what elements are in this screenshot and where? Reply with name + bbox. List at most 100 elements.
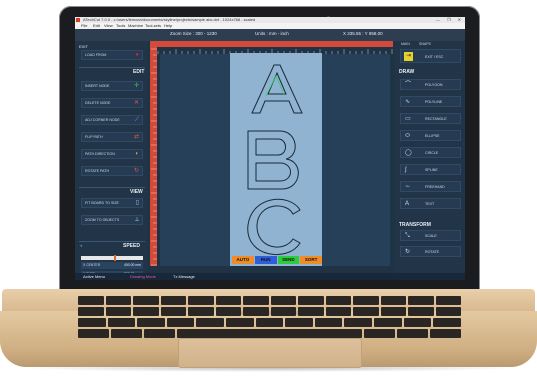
- tool-button[interactable]: DELETE NODE ✕: [81, 98, 143, 108]
- letter-a-path[interactable]: [251, 64, 303, 114]
- draw-tool-button[interactable]: ∼ FREEHAND: [400, 181, 461, 192]
- draw-tool-label: TEXT: [425, 202, 435, 206]
- draw-tool-label: FREEHAND: [425, 185, 445, 189]
- load-button-label: LOAD FROM: [85, 53, 107, 57]
- run-status[interactable]: RUN: [254, 256, 277, 264]
- draw-tool-label: SPLINE: [425, 168, 438, 172]
- fit-board-icon: ▯: [135, 200, 139, 206]
- draw-header: DRAW: [399, 69, 415, 75]
- tool-button[interactable]: INSERT NODE ✛: [81, 81, 143, 91]
- record-icon: ●: [135, 52, 139, 58]
- tool-button[interactable]: ROTATE PATH ↻: [81, 166, 143, 176]
- draw-tool-button[interactable]: ↻ ROTATE: [400, 246, 461, 257]
- draw-tool-label: POLYLINE: [425, 100, 443, 104]
- divider: [79, 67, 145, 68]
- tool-button[interactable]: FIT BOARD TO SIZE ▯: [81, 198, 143, 208]
- app-window: ATechCut 7.0.0 - c:/users/lemoan/documen…: [75, 17, 465, 280]
- auto-status[interactable]: AUTO: [232, 256, 254, 264]
- draw-tool-button[interactable]: ◯ CIRCLE: [400, 147, 461, 158]
- sort-status[interactable]: SORT: [300, 256, 322, 264]
- tab-main[interactable]: MAIN: [401, 42, 410, 46]
- footer-active-menu: Active Menu: [83, 274, 106, 279]
- path-direction-icon: ◐: [135, 151, 139, 157]
- trackpad: [178, 338, 362, 368]
- exit-label: EXIT / ESC: [425, 55, 444, 59]
- draw-tool-button[interactable]: ⬭ ELLIPSE: [400, 130, 461, 141]
- status-footer: Active Menu Drawing Mode Tx Message: [75, 273, 465, 280]
- divider: [79, 241, 145, 242]
- corner-node-icon: ⟋: [134, 117, 139, 123]
- edit-header: EDIT: [133, 69, 145, 75]
- material-sheet[interactable]: [230, 53, 322, 266]
- units-readout[interactable]: Units : mm - inch: [255, 31, 289, 36]
- draw-tool-label: ELLIPSE: [425, 134, 440, 138]
- info-value: 400.00 mm: [124, 263, 141, 267]
- letter-b-path[interactable]: [247, 130, 299, 190]
- insert-node-icon: ✛: [133, 83, 139, 89]
- tool-button[interactable]: FLIP PATH ⇄: [81, 132, 143, 142]
- footer-tx-message: Tx Message: [173, 274, 195, 279]
- speed-header: SPEED: [123, 243, 140, 249]
- draw-tool-button[interactable]: ▭ RECTANGLE: [400, 113, 461, 124]
- tool-button-label: ADJ CORNER NODE: [85, 118, 120, 122]
- draw-tool-button[interactable]: ∿ POLYLINE: [400, 96, 461, 107]
- letters-drawing[interactable]: [230, 53, 322, 266]
- left-tool-panel: EXIT LOAD FROM ● EDIT INSERT NODE ✛ DELETE…: [75, 41, 148, 273]
- delete-node-icon: ✕: [133, 100, 139, 106]
- info-row-x: X CENTER 400.00 mm: [81, 262, 143, 269]
- tab-snaps[interactable]: SNAPS: [419, 42, 431, 46]
- draw-tool-label: POLYGON: [425, 83, 443, 87]
- transform-header: TRANSFORM: [399, 222, 431, 228]
- tool-button-label: ROTATE PATH: [85, 169, 110, 173]
- load-button[interactable]: LOAD FROM ●: [81, 50, 143, 60]
- rotate-path-icon: ↻: [133, 168, 139, 174]
- view-header: VIEW: [130, 189, 143, 195]
- machine-status-bar: AUTO RUN SEND SORT: [232, 256, 322, 264]
- rectangle-icon: ▭: [405, 116, 411, 122]
- speed-slider-handle[interactable]: [114, 255, 116, 261]
- draw-tool-button[interactable]: A TEXT: [400, 198, 461, 209]
- tool-button[interactable]: ADJ CORNER NODE ⟋: [81, 115, 143, 125]
- scale-icon: ⤡: [405, 233, 410, 239]
- coords-readout: X 335.55 : Y 958.00: [343, 31, 383, 36]
- exit-label: EXIT: [79, 44, 88, 49]
- send-status[interactable]: SEND: [277, 256, 300, 264]
- draw-tool-label: CIRCLE: [425, 151, 439, 155]
- ellipse-icon: ⬭: [405, 133, 411, 139]
- letter-c-path[interactable]: [247, 198, 301, 256]
- zoom-readout: Zoom Size : 300 - 1230: [170, 31, 217, 36]
- info-key: X CENTER: [83, 263, 101, 267]
- footer-drawing-mode: Drawing Mode: [130, 274, 156, 279]
- polyline-icon: ∿: [405, 99, 411, 105]
- tool-button-label: FLIP PATH: [85, 135, 103, 139]
- left-ruler: [150, 47, 157, 266]
- draw-tool-button[interactable]: ⌒ POLYGON: [400, 79, 461, 90]
- divider: [79, 187, 145, 188]
- tool-button-label: INSERT NODE: [85, 84, 110, 88]
- tool-button-label: FIT BOARD TO SIZE: [85, 201, 119, 205]
- keyboard: [78, 296, 462, 340]
- draw-tool-label: RECTANGLE: [425, 117, 447, 121]
- draw-tool-button[interactable]: ∫ SPLINE: [400, 164, 461, 175]
- exit-button[interactable]: ⇥ EXIT / ESC: [400, 49, 461, 63]
- exit-icon: ⇥: [404, 52, 413, 61]
- flip-path-icon: ⇄: [133, 134, 139, 140]
- left-ruler-ticks: [151, 48, 157, 266]
- draw-tool-button[interactable]: ⤡ SCALE: [400, 230, 461, 241]
- polygon-icon: ⌒: [405, 82, 412, 88]
- right-tool-panel: MAIN SNAPS ⇥ EXIT / ESC DRAW ⌒ POLYGON ∿ PO…: [395, 41, 465, 273]
- tool-button-label: PATH DIRECTION: [85, 152, 115, 156]
- app-icon: [76, 18, 80, 22]
- speed-slider[interactable]: [81, 255, 143, 261]
- top-ruler: [150, 41, 393, 54]
- tool-button[interactable]: ZOOM TO OBJECTS ⟂: [81, 215, 143, 225]
- draw-tool-label: SCALE: [425, 234, 437, 238]
- circle-icon: ◯: [405, 150, 412, 156]
- tool-button-label: ZOOM TO OBJECTS: [85, 218, 120, 222]
- text-icon: A: [405, 201, 410, 207]
- freehand-icon: ∼: [405, 184, 411, 190]
- draw-tool-label: ROTATE: [425, 250, 440, 254]
- spline-icon: ∫: [405, 167, 407, 173]
- tool-button[interactable]: PATH DIRECTION ◐: [81, 149, 143, 159]
- tool-button-label: DELETE NODE: [85, 101, 111, 105]
